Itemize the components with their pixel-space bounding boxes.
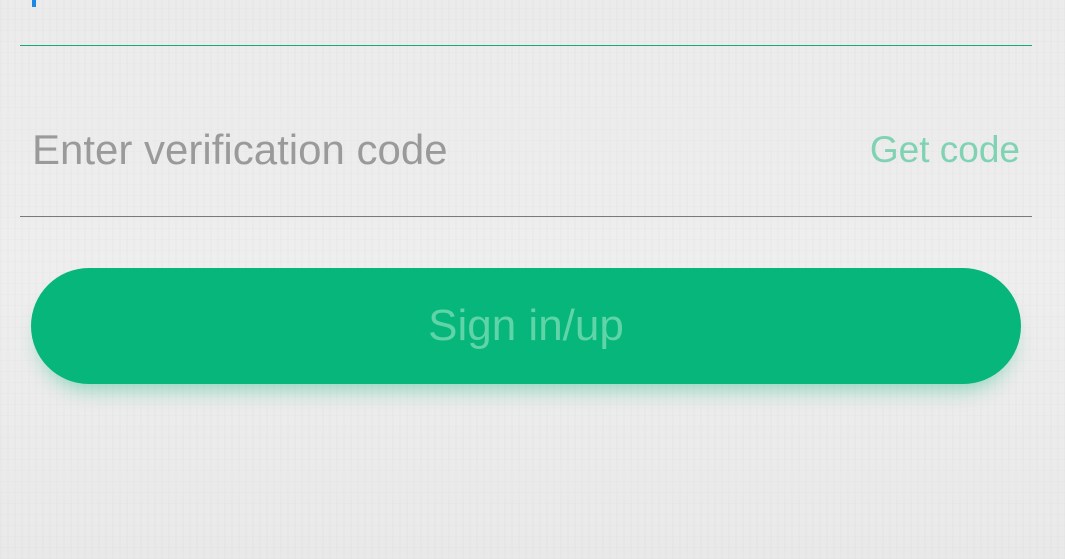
get-code-button[interactable]: Get code [870, 128, 1020, 172]
verification-code-field: Get code [20, 100, 1032, 217]
verification-code-input[interactable] [32, 122, 792, 178]
sign-in-up-button[interactable]: Sign in/up [31, 268, 1021, 384]
phone-field-underline [20, 45, 1032, 46]
code-field-underline [20, 216, 1032, 217]
text-cursor [32, 0, 36, 7]
phone-number-field[interactable] [20, 0, 1032, 46]
